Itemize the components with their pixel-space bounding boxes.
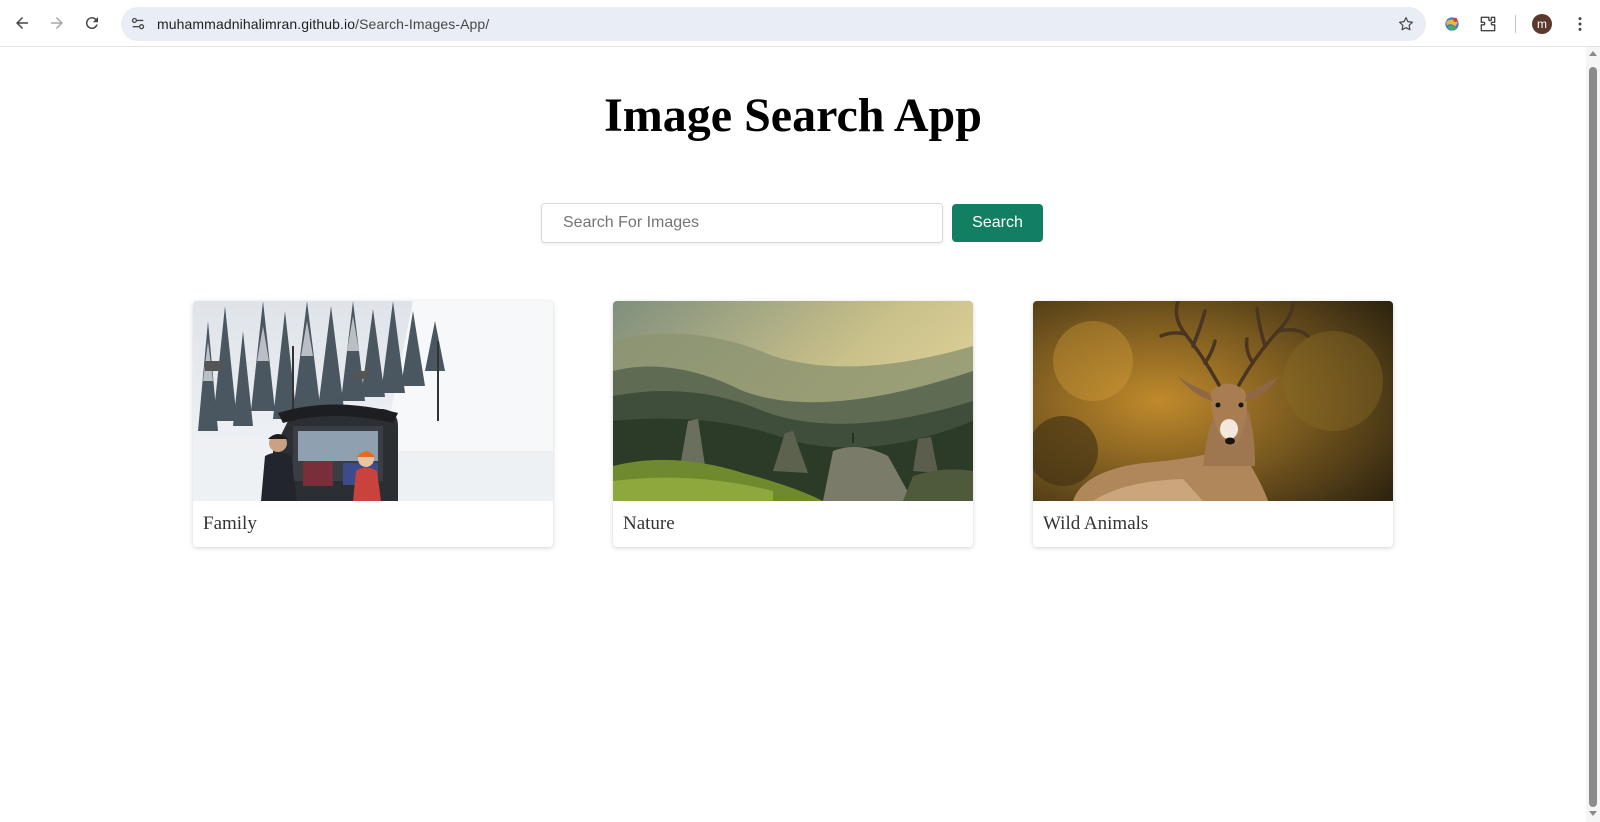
result-card-family[interactable]: Family [193, 301, 553, 547]
scroll-down-arrow-icon[interactable] [1589, 811, 1597, 816]
url-host: muhammadnihalimran.github.io [157, 16, 356, 32]
result-card-label: Wild Animals [1043, 513, 1149, 534]
page-title: Image Search App [604, 89, 982, 142]
kebab-menu-icon[interactable] [1568, 12, 1592, 36]
search-button[interactable]: Search [952, 204, 1043, 242]
toolbar-divider [1515, 15, 1516, 33]
mountain-valley-image[interactable] [613, 301, 973, 501]
scroll-thumb[interactable] [1589, 67, 1597, 807]
result-card-label: Family [203, 513, 257, 534]
extensions-puzzle-icon[interactable] [1476, 12, 1500, 36]
back-button[interactable] [8, 9, 36, 37]
result-card-wild-animals[interactable]: Wild Animals [1033, 301, 1393, 547]
reload-icon [85, 17, 98, 30]
forward-button[interactable] [43, 9, 71, 37]
reload-button[interactable] [78, 9, 106, 37]
url-path: /Search-Images-App/ [355, 16, 490, 32]
result-card-label: Nature [623, 513, 675, 534]
scroll-up-arrow-icon[interactable] [1589, 51, 1597, 56]
avatar-letter: m [1537, 17, 1547, 31]
search-input[interactable] [541, 203, 943, 243]
extension-colorful-icon[interactable] [1440, 12, 1464, 36]
page-content: Image Search App Search For Images Searc… [0, 48, 1586, 822]
forward-icon [51, 17, 63, 29]
result-card-nature[interactable]: Nature [613, 301, 973, 547]
site-info-icon[interactable] [129, 15, 147, 33]
address-bar[interactable]: muhammadnihalimran.github.io/Search-Imag… [121, 7, 1426, 41]
browser-toolbar: muhammadnihalimran.github.io/Search-Imag… [0, 0, 1600, 47]
page-scrollbar[interactable] [1586, 47, 1600, 822]
bookmark-star-icon[interactable] [1396, 14, 1416, 34]
deer-buck-image[interactable] [1033, 301, 1393, 501]
back-icon [16, 17, 28, 29]
url-text: muhammadnihalimran.github.io/Search-Imag… [157, 16, 489, 32]
profile-avatar[interactable]: m [1532, 14, 1552, 34]
family-snow-car-image[interactable] [193, 301, 553, 501]
